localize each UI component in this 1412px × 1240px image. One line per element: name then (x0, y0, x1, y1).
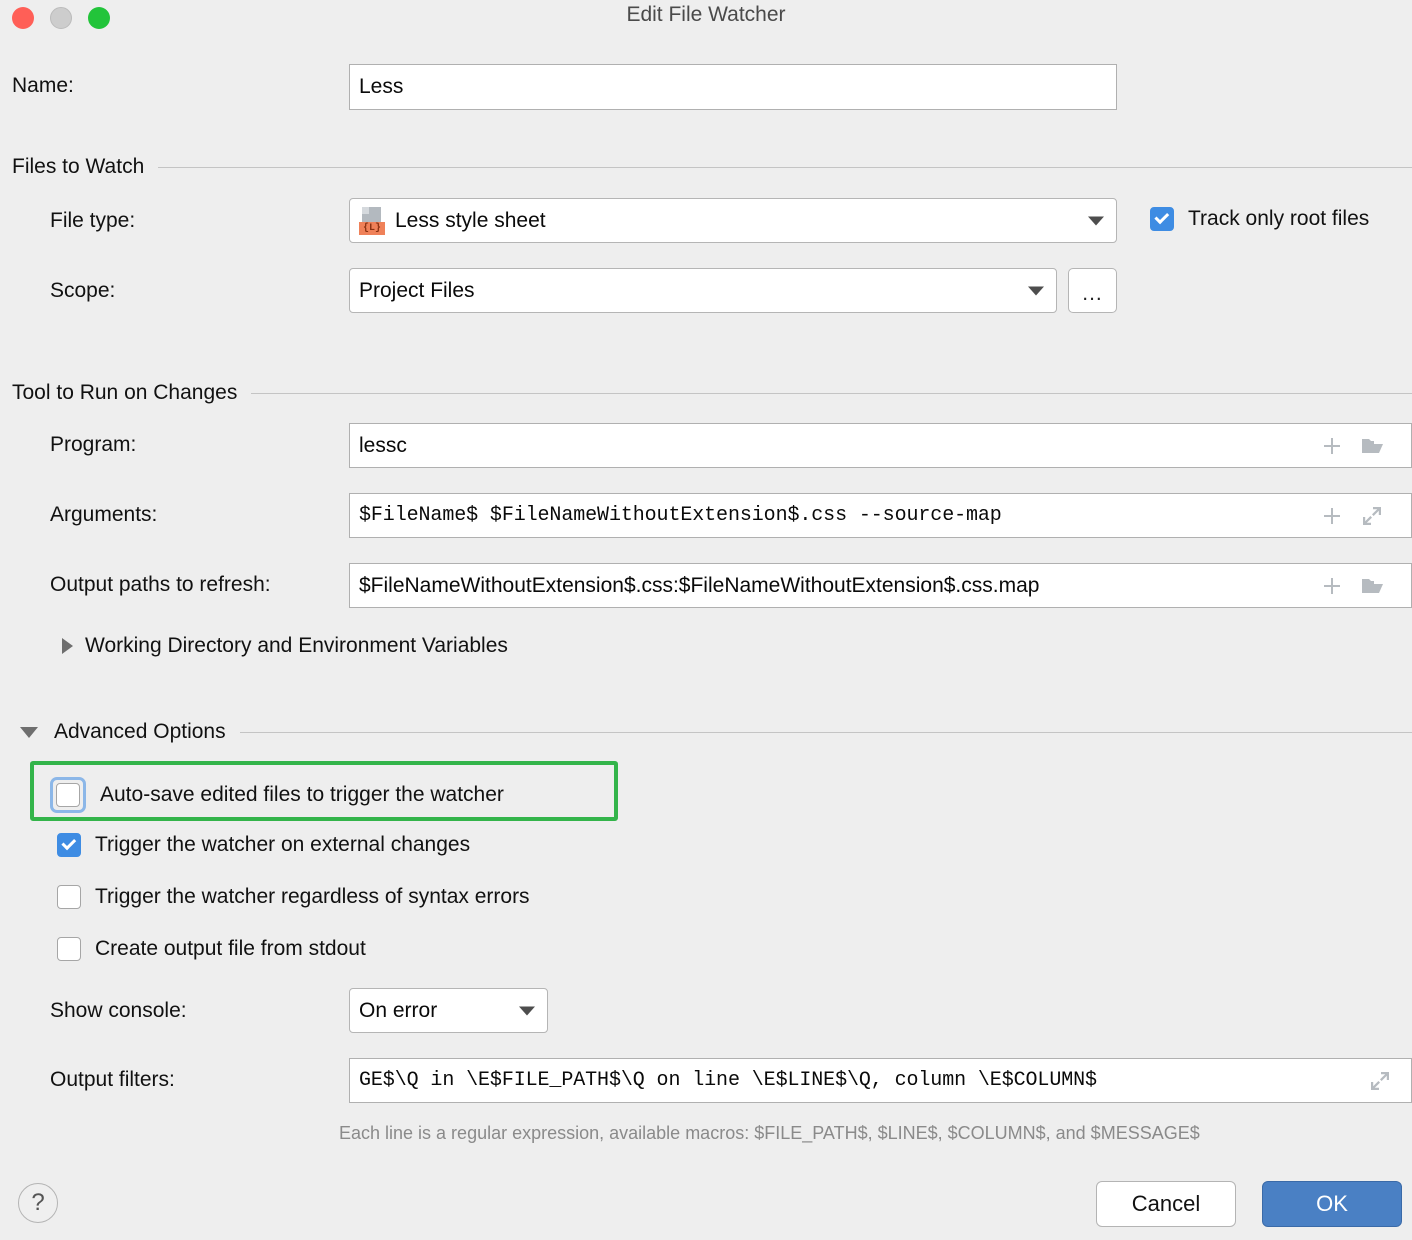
create-output-stdout-checkbox[interactable] (57, 937, 81, 961)
chevron-down-icon (1088, 216, 1104, 225)
show-console-label: Show console: (50, 999, 187, 1023)
chevron-down-icon (519, 1006, 535, 1015)
working-directory-label: Working Directory and Environment Variab… (85, 634, 508, 658)
trigger-syntax-errors-label: Trigger the watcher regardless of syntax… (95, 885, 530, 909)
trigger-external-changes-checkbox[interactable] (57, 833, 81, 857)
scope-browse-button[interactable]: ... (1068, 268, 1117, 313)
section-divider (158, 167, 1412, 168)
show-console-combo[interactable]: On error (349, 988, 548, 1033)
window-titlebar: Edit File Watcher (0, 0, 1412, 36)
arguments-input[interactable]: $FileName$ $FileNameWithoutExtension$.cs… (349, 493, 1412, 538)
scope-value: Project Files (359, 279, 475, 303)
auto-save-checkbox-row[interactable]: Auto-save edited files to trigger the wa… (50, 777, 504, 813)
auto-save-label: Auto-save edited files to trigger the wa… (100, 783, 504, 807)
section-divider (251, 393, 1412, 394)
cancel-button[interactable]: Cancel (1096, 1181, 1236, 1227)
output-filters-hint: Each line is a regular expression, avail… (339, 1123, 1200, 1144)
help-button[interactable]: ? (18, 1183, 58, 1223)
plus-icon[interactable] (1320, 504, 1344, 528)
output-filters-input[interactable]: GE$\Q in \E$FILE_PATH$\Q on line \E$LINE… (349, 1058, 1412, 1103)
plus-icon[interactable] (1320, 574, 1344, 598)
tool-to-run-section-header: Tool to Run on Changes (12, 381, 1412, 405)
name-input[interactable]: Less (349, 64, 1117, 110)
program-label: Program: (50, 433, 136, 457)
track-only-root-files-row[interactable]: Track only root files (1150, 207, 1369, 231)
ok-button[interactable]: OK (1262, 1181, 1402, 1227)
files-to-watch-section-header: Files to Watch (12, 155, 1412, 179)
trigger-external-changes-label: Trigger the watcher on external changes (95, 833, 470, 857)
arguments-field-actions (1320, 493, 1384, 538)
program-field-actions (1320, 423, 1384, 468)
expand-icon[interactable] (1360, 504, 1384, 528)
window-title: Edit File Watcher (0, 3, 1412, 27)
create-output-stdout-label: Create output file from stdout (95, 937, 366, 961)
advanced-options-title: Advanced Options (54, 720, 226, 744)
trigger-syntax-errors-row[interactable]: Trigger the watcher regardless of syntax… (57, 885, 530, 909)
plus-icon[interactable] (1320, 434, 1344, 458)
chevron-right-icon[interactable] (62, 638, 73, 654)
advanced-options-section-header[interactable]: Advanced Options (20, 720, 1412, 744)
output-paths-input[interactable]: $FileNameWithoutExtension$.css:$FileName… (349, 563, 1412, 608)
show-console-value: On error (359, 999, 437, 1023)
folder-icon[interactable] (1360, 434, 1384, 458)
chevron-down-icon (1028, 286, 1044, 295)
file-type-value: Less style sheet (395, 209, 546, 233)
output-filters-label: Output filters: (50, 1068, 175, 1092)
scope-label: Scope: (50, 279, 115, 303)
working-directory-disclosure[interactable]: Working Directory and Environment Variab… (62, 634, 508, 658)
output-paths-field-actions (1320, 563, 1384, 608)
section-divider (240, 732, 1412, 733)
file-type-label: File type: (50, 209, 135, 233)
expand-icon[interactable] (1368, 1069, 1392, 1093)
create-output-stdout-row[interactable]: Create output file from stdout (57, 937, 366, 961)
folder-icon[interactable] (1360, 574, 1384, 598)
name-label: Name: (12, 74, 74, 98)
track-only-root-files-label: Track only root files (1188, 207, 1369, 231)
auto-save-focus-ring (50, 777, 86, 813)
files-to-watch-title: Files to Watch (12, 155, 144, 179)
output-filters-field-actions (1368, 1058, 1392, 1103)
file-type-combo[interactable]: {L} Less style sheet (349, 198, 1117, 243)
auto-save-checkbox[interactable] (56, 783, 80, 807)
output-paths-label: Output paths to refresh: (50, 573, 271, 597)
scope-combo[interactable]: Project Files (349, 268, 1057, 313)
trigger-external-changes-row[interactable]: Trigger the watcher on external changes (57, 833, 470, 857)
tool-to-run-title: Tool to Run on Changes (12, 381, 237, 405)
trigger-syntax-errors-checkbox[interactable] (57, 885, 81, 909)
arguments-label: Arguments: (50, 503, 157, 527)
less-badge-label: {L} (359, 222, 385, 235)
track-only-root-files-checkbox[interactable] (1150, 207, 1174, 231)
less-file-icon: {L} (359, 207, 385, 235)
program-input[interactable]: lessc (349, 423, 1412, 468)
chevron-down-icon[interactable] (20, 727, 38, 738)
